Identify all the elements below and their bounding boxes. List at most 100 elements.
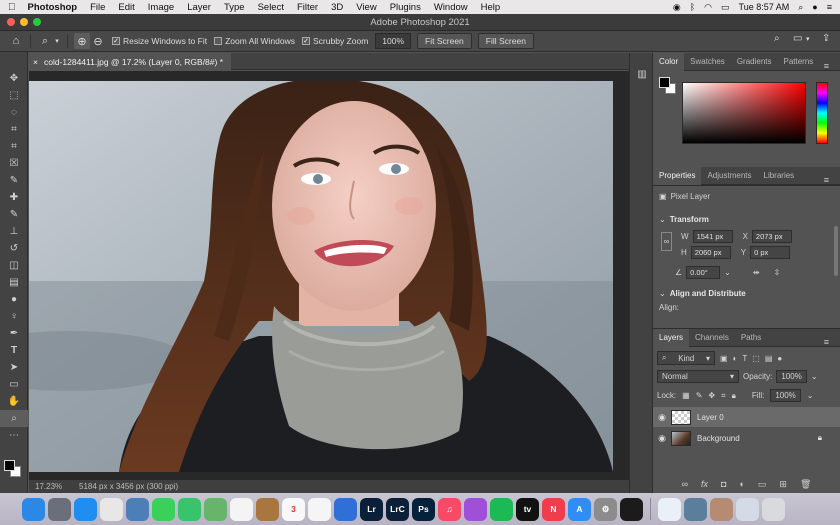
- layer-row-layer-0[interactable]: ◉ Layer 0: [653, 407, 840, 427]
- add-mask-icon[interactable]: ◘: [721, 479, 726, 489]
- foreground-color-swatch[interactable]: [4, 460, 15, 471]
- dock-app-system-preferences[interactable]: ⚙: [594, 497, 617, 521]
- height-field[interactable]: 2060 px: [690, 246, 731, 259]
- dock-app-facetime[interactable]: [178, 497, 201, 521]
- close-window-button[interactable]: [7, 18, 15, 26]
- lock-image-icon[interactable]: ✎: [696, 391, 703, 400]
- dock-app-messages[interactable]: [152, 497, 175, 521]
- fill-screen-button[interactable]: Fill Screen: [477, 33, 534, 49]
- filter-toggle-icon[interactable]: ●: [777, 354, 782, 363]
- filter-type-icon[interactable]: T: [742, 354, 747, 363]
- panel-menu-icon[interactable]: ≡: [818, 333, 835, 351]
- link-dimensions-button[interactable]: ∞: [661, 232, 672, 251]
- opacity-field[interactable]: 100%: [776, 370, 807, 383]
- tab-adjustments[interactable]: Adjustments: [701, 167, 757, 185]
- zoom-out-icon[interactable]: ⊖: [90, 33, 106, 49]
- more-tools-icon[interactable]: ⋯: [0, 427, 28, 444]
- dock-app-photoshop[interactable]: Ps: [412, 497, 435, 521]
- dock-app-notes[interactable]: [256, 497, 279, 521]
- close-icon[interactable]: ×: [33, 57, 38, 67]
- chevron-down-icon[interactable]: ▾: [806, 35, 810, 43]
- y-field[interactable]: 0 px: [750, 246, 791, 259]
- menu-select[interactable]: Select: [258, 2, 284, 13]
- flip-horizontal-icon[interactable]: ⇹: [753, 268, 760, 277]
- tab-patterns[interactable]: Patterns: [778, 53, 820, 71]
- dock-app-photos[interactable]: [230, 497, 253, 521]
- link-layers-icon[interactable]: ∞: [682, 479, 688, 489]
- menu-window[interactable]: Window: [434, 2, 468, 13]
- siri-icon[interactable]: ●: [812, 2, 817, 12]
- frame-tool-icon[interactable]: ☒: [0, 155, 28, 172]
- menu-filter[interactable]: Filter: [297, 2, 318, 13]
- bluetooth-icon[interactable]: ᛒ: [690, 2, 695, 12]
- tab-paths[interactable]: Paths: [735, 329, 767, 347]
- eraser-tool-icon[interactable]: ◫: [0, 257, 28, 274]
- zoom-percent-field[interactable]: 100%: [375, 33, 412, 49]
- layer-filter-select[interactable]: ⌕ Kind ▾: [657, 351, 715, 365]
- dock-app-preview[interactable]: [126, 497, 149, 521]
- zoom-in-icon[interactable]: ⊕: [74, 33, 90, 49]
- path-selection-tool-icon[interactable]: ➤: [0, 359, 28, 376]
- apple-menu-icon[interactable]: : [8, 2, 16, 13]
- history-icon[interactable]: ▥: [630, 65, 654, 83]
- tab-color[interactable]: Color: [653, 52, 685, 71]
- control-center-icon[interactable]: ≡: [827, 2, 832, 12]
- search-icon[interactable]: ⌕: [774, 33, 780, 44]
- tab-libraries[interactable]: Libraries: [758, 167, 801, 185]
- filter-adjustment-icon[interactable]: ◐: [733, 354, 738, 363]
- color-picker-field[interactable]: [682, 82, 806, 144]
- lock-artboard-icon[interactable]: ⌗: [721, 391, 726, 401]
- menu-image[interactable]: Image: [148, 2, 174, 13]
- visibility-eye-icon[interactable]: ◉: [653, 433, 671, 444]
- tab-swatches[interactable]: Swatches: [684, 53, 731, 71]
- marquee-tool-icon[interactable]: ⬚: [0, 87, 28, 104]
- move-tool-icon[interactable]: ✥: [0, 70, 28, 87]
- dock-app-finder[interactable]: [22, 497, 45, 521]
- fill-field[interactable]: 100%: [770, 389, 801, 402]
- menu-file[interactable]: File: [90, 2, 105, 13]
- dock-app-calendar[interactable]: 3: [282, 497, 305, 521]
- filter-smart-object-icon[interactable]: ▤: [765, 354, 773, 363]
- delete-layer-icon[interactable]: 🗑︎: [800, 479, 811, 490]
- document-tab[interactable]: × cold-1284411.jpg @ 17.2% (Layer 0, RGB…: [29, 53, 232, 70]
- new-group-icon[interactable]: ▭: [758, 479, 767, 490]
- tab-layers[interactable]: Layers: [653, 328, 690, 347]
- lasso-tool-icon[interactable]: ◌: [0, 104, 28, 121]
- clone-stamp-tool-icon[interactable]: ⊥: [0, 223, 28, 240]
- zoom-window-button[interactable]: [33, 18, 41, 26]
- dock-app-photo[interactable]: [710, 497, 733, 521]
- hue-slider[interactable]: [816, 82, 828, 144]
- dock-app-keynote[interactable]: [334, 497, 357, 521]
- gradient-tool-icon[interactable]: ▤: [0, 274, 28, 291]
- clock[interactable]: Tue 8:57 AM: [739, 2, 790, 12]
- lock-position-icon[interactable]: ✥: [708, 391, 715, 400]
- canvas-area[interactable]: [29, 71, 629, 480]
- chevron-down-icon[interactable]: ⌄: [811, 372, 818, 381]
- wifi-icon[interactable]: ◠: [704, 2, 712, 13]
- properties-scrollbar[interactable]: [834, 226, 838, 276]
- tab-channels[interactable]: Channels: [689, 329, 735, 347]
- dock-app-lightroom[interactable]: Lr: [360, 497, 383, 521]
- menu-type[interactable]: Type: [224, 2, 245, 13]
- menu-edit[interactable]: Edit: [118, 2, 134, 13]
- blend-mode-select[interactable]: Normal ▾: [657, 370, 739, 383]
- brush-tool-icon[interactable]: ✎: [0, 206, 28, 223]
- dock-app-spotify[interactable]: [490, 497, 513, 521]
- pen-tool-icon[interactable]: ✒: [0, 325, 28, 342]
- share-icon[interactable]: ⇪: [822, 33, 830, 44]
- x-field[interactable]: 2073 px: [751, 230, 792, 243]
- blur-tool-icon[interactable]: ●: [0, 291, 28, 308]
- history-brush-tool-icon[interactable]: ↺: [0, 240, 28, 257]
- tab-properties[interactable]: Properties: [653, 166, 702, 185]
- zoom-all-windows-checkbox[interactable]: Zoom All Windows: [214, 36, 295, 46]
- fx-icon[interactable]: fx: [701, 479, 708, 489]
- dock-app-maps[interactable]: [204, 497, 227, 521]
- dock-app-safari[interactable]: [74, 497, 97, 521]
- zoom-tool-icon[interactable]: ⌕: [0, 410, 28, 427]
- object-selection-tool-icon[interactable]: ⌗: [0, 121, 28, 138]
- filter-shape-icon[interactable]: ⬚: [752, 354, 760, 363]
- menu-help[interactable]: Help: [481, 2, 501, 13]
- dock-app-activity-monitor[interactable]: [620, 497, 643, 521]
- lock-all-icon[interactable]: 🔒︎: [732, 391, 736, 401]
- dock-app-app-store[interactable]: A: [568, 497, 591, 521]
